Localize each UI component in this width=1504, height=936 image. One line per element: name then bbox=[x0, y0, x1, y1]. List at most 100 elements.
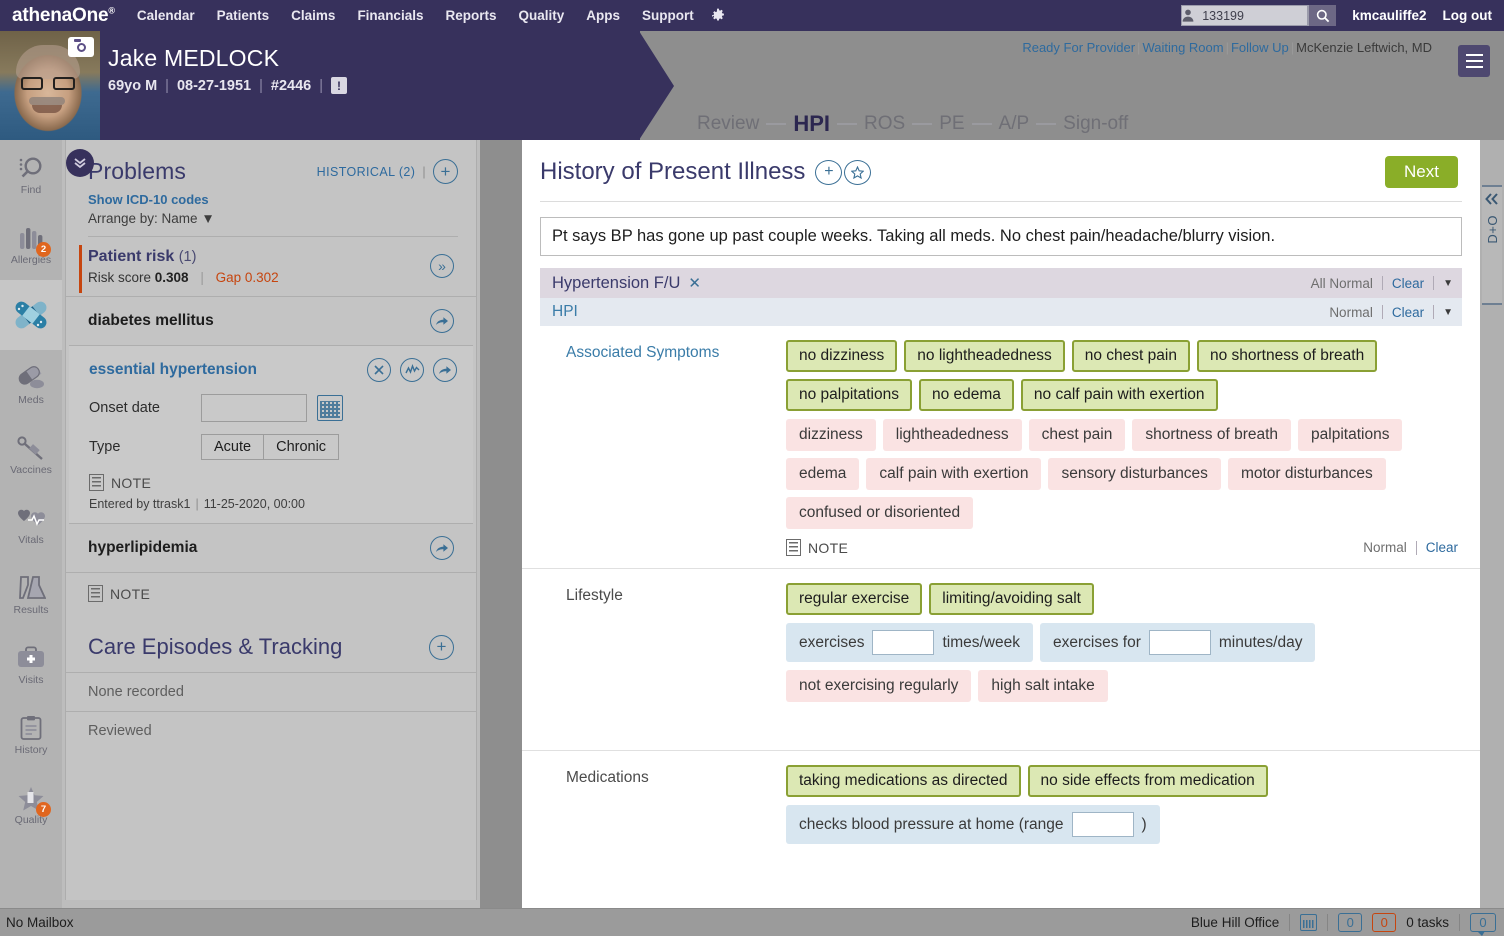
chevron-double-down-icon[interactable] bbox=[66, 149, 94, 177]
type-option-chronic[interactable]: Chronic bbox=[263, 435, 339, 459]
sidebar-item-vaccines[interactable]: Vaccines bbox=[0, 420, 62, 490]
normal-button[interactable]: Normal bbox=[1363, 540, 1407, 555]
patient-photo[interactable] bbox=[0, 31, 100, 140]
problem-row-diabetes[interactable]: diabetes mellitus bbox=[66, 296, 476, 345]
encounter-location-link[interactable]: Waiting Room bbox=[1142, 40, 1223, 55]
username-label[interactable]: kmcauliffe2 bbox=[1352, 8, 1426, 23]
patient-risk-row[interactable]: Patient risk (1) Risk score 0.308 | Gap … bbox=[66, 237, 476, 296]
share-arrow-icon[interactable] bbox=[430, 536, 454, 560]
mailbox-status[interactable]: No Mailbox bbox=[6, 915, 74, 930]
chip-edema[interactable]: edema bbox=[786, 458, 860, 490]
breadcrumb-pe[interactable]: PE bbox=[932, 113, 971, 135]
normal-button[interactable]: Normal bbox=[1329, 305, 1373, 320]
onset-date-input[interactable] bbox=[201, 394, 307, 422]
nav-item-calendar[interactable]: Calendar bbox=[137, 8, 195, 23]
next-button[interactable]: Next bbox=[1385, 156, 1458, 188]
care-episodes-reviewed[interactable]: Reviewed bbox=[66, 711, 476, 750]
logout-button[interactable]: Log out bbox=[1443, 8, 1492, 23]
chip-no-chest-pain[interactable]: no chest pain bbox=[1071, 340, 1190, 372]
chip-palpitations[interactable]: palpitations bbox=[1298, 419, 1403, 451]
nav-item-financials[interactable]: Financials bbox=[357, 8, 423, 23]
hamburger-menu-icon[interactable] bbox=[1458, 45, 1490, 77]
chip-no-edema[interactable]: no edema bbox=[918, 379, 1014, 411]
chip-exercises-times-per-week[interactable]: exercises times/week bbox=[786, 623, 1033, 662]
calendar-icon[interactable] bbox=[317, 395, 343, 421]
home-bp-range-input[interactable] bbox=[1071, 812, 1134, 837]
chip-exercises-minutes-per-day[interactable]: exercises for minutes/day bbox=[1040, 623, 1316, 662]
nav-item-apps[interactable]: Apps bbox=[586, 8, 620, 23]
hpi-subsection-name[interactable]: HPI bbox=[552, 303, 578, 321]
chip-no-lightheadedness[interactable]: no lightheadedness bbox=[904, 340, 1065, 372]
athenaone-logo[interactable]: athenaOne® bbox=[12, 5, 115, 27]
clear-button[interactable]: Clear bbox=[1392, 276, 1424, 291]
chip-no-calf-pain-with-exertion[interactable]: no calf pain with exertion bbox=[1020, 379, 1218, 411]
chip-high-salt-intake[interactable]: high salt intake bbox=[978, 670, 1108, 702]
sidebar-item-quality[interactable]: Quality 7 bbox=[0, 770, 62, 840]
clear-button[interactable]: Clear bbox=[1426, 540, 1458, 555]
breadcrumb-ros[interactable]: ROS bbox=[857, 113, 912, 135]
chip-chest-pain[interactable]: chest pain bbox=[1028, 419, 1126, 451]
chip-dizziness[interactable]: dizziness bbox=[786, 419, 876, 451]
sidebar-item-results[interactable]: Results bbox=[0, 560, 62, 630]
encounter-type-link[interactable]: Follow Up bbox=[1231, 40, 1289, 55]
breadcrumb-ap[interactable]: A/P bbox=[992, 113, 1037, 135]
chip-checks-blood-pressure-at-home[interactable]: checks blood pressure at home (range ) bbox=[786, 805, 1160, 844]
sidebar-item-find[interactable]: Find bbox=[0, 140, 62, 210]
chip-limiting-avoiding-salt[interactable]: limiting/avoiding salt bbox=[929, 583, 1094, 615]
close-circle-icon[interactable] bbox=[367, 358, 391, 382]
chip-confused-or-disoriented[interactable]: confused or disoriented bbox=[786, 497, 974, 529]
nav-item-claims[interactable]: Claims bbox=[291, 8, 335, 23]
note-label[interactable]: NOTE bbox=[808, 540, 848, 556]
messages-bubble[interactable]: 0 bbox=[1470, 913, 1496, 936]
clear-button[interactable]: Clear bbox=[1392, 305, 1424, 320]
chip-sensory-disturbances[interactable]: sensory disturbances bbox=[1048, 458, 1221, 490]
chip-calf-pain-with-exertion[interactable]: calf pain with exertion bbox=[866, 458, 1042, 490]
star-oval-icon[interactable] bbox=[844, 159, 872, 185]
exercise-minutes-per-day-input[interactable] bbox=[1148, 630, 1211, 655]
template-group-name[interactable]: Hypertension F/U bbox=[552, 274, 680, 293]
show-icd10-link[interactable]: Show ICD-10 codes bbox=[88, 192, 458, 207]
historical-link[interactable]: HISTORICAL (2) | bbox=[317, 165, 433, 179]
sidebar-item-history[interactable]: History bbox=[0, 700, 62, 770]
nav-item-support[interactable]: Support bbox=[642, 8, 694, 23]
sidebar-item-meds[interactable]: Meds bbox=[0, 350, 62, 420]
sidebar-item-problems[interactable] bbox=[0, 280, 62, 350]
sidebar-item-vitals[interactable]: Vitals bbox=[0, 490, 62, 560]
chip-motor-disturbances[interactable]: motor disturbances bbox=[1227, 458, 1386, 490]
chip-shortness-of-breath[interactable]: shortness of breath bbox=[1132, 419, 1292, 451]
breadcrumb-review[interactable]: Review bbox=[690, 113, 766, 135]
calendar-icon[interactable] bbox=[1300, 914, 1318, 931]
breadcrumb-hpi[interactable]: HPI bbox=[786, 111, 837, 137]
trend-graph-icon[interactable] bbox=[400, 358, 424, 382]
plus-oval-icon[interactable]: + bbox=[815, 159, 843, 185]
caret-down-icon[interactable]: ▼ bbox=[1443, 278, 1453, 289]
sidebar-item-visits[interactable]: Visits bbox=[0, 630, 62, 700]
nav-item-reports[interactable]: Reports bbox=[445, 8, 496, 23]
chip-no-shortness-of-breath[interactable]: no shortness of breath bbox=[1196, 340, 1378, 372]
all-normal-button[interactable]: All Normal bbox=[1311, 276, 1373, 291]
nav-item-patients[interactable]: Patients bbox=[217, 8, 270, 23]
patient-search-input[interactable] bbox=[1202, 6, 1308, 25]
breadcrumb-signoff[interactable]: Sign-off bbox=[1056, 113, 1135, 135]
add-problem-button[interactable]: + bbox=[433, 159, 458, 184]
caret-down-icon[interactable]: ▼ bbox=[1443, 307, 1453, 318]
chip-no-palpitations[interactable]: no palpitations bbox=[786, 379, 912, 411]
chip-not-exercising-regularly[interactable]: not exercising regularly bbox=[786, 670, 972, 702]
patient-search-box[interactable] bbox=[1181, 5, 1309, 26]
chip-no-side-effects-from-medication[interactable]: no side effects from medication bbox=[1027, 765, 1268, 797]
chip-regular-exercise[interactable]: regular exercise bbox=[786, 583, 923, 615]
problem-card-essential-hypertension[interactable]: essential hypertension Onset date Type A… bbox=[69, 345, 473, 524]
tasks-label[interactable]: 0 tasks bbox=[1406, 915, 1449, 930]
sidebar-item-allergies[interactable]: Allergies 2 bbox=[0, 210, 62, 280]
camera-icon[interactable] bbox=[68, 37, 94, 57]
chevrons-right-icon[interactable]: » bbox=[430, 254, 454, 278]
problems-note-row[interactable]: NOTE bbox=[66, 572, 476, 614]
chief-complaint-text[interactable]: Pt says BP has gone up past couple weeks… bbox=[540, 217, 1462, 256]
add-care-episode-button[interactable]: + bbox=[429, 634, 454, 660]
chip-taking-medications-as-directed[interactable]: taking medications as directed bbox=[786, 765, 1021, 797]
problem-note-row[interactable]: NOTE bbox=[89, 474, 457, 491]
gear-icon[interactable] bbox=[710, 8, 726, 24]
close-x-icon[interactable]: ✕ bbox=[688, 274, 701, 292]
nav-item-quality[interactable]: Quality bbox=[518, 8, 564, 23]
problem-row-hyperlipidemia[interactable]: hyperlipidemia bbox=[66, 524, 476, 572]
